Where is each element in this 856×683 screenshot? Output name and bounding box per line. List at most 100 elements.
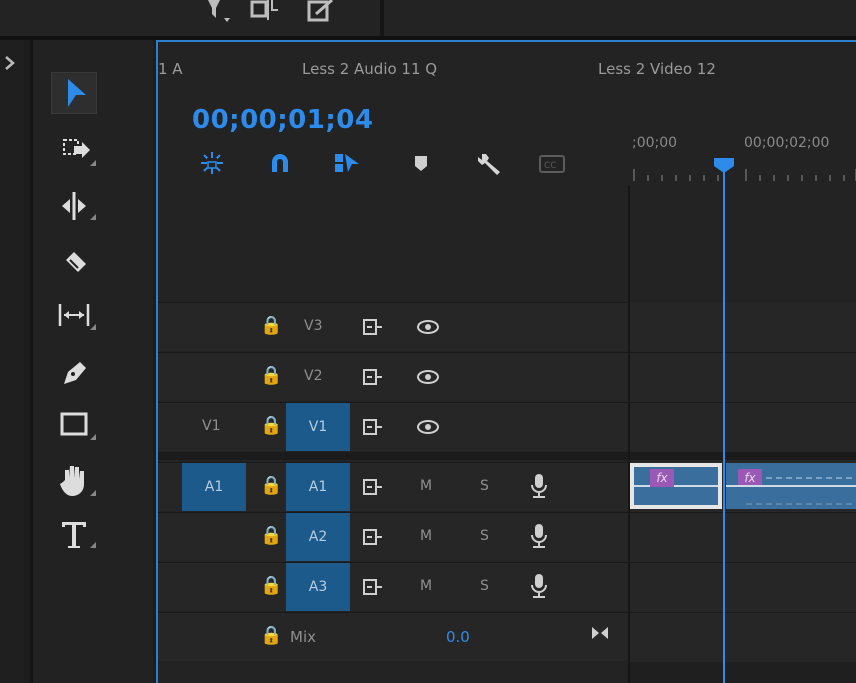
pen-icon xyxy=(64,362,86,384)
lock-icon[interactable]: 🔒 xyxy=(260,475,282,496)
razor-icon xyxy=(66,252,86,272)
rectangle-icon xyxy=(60,412,96,440)
track-name-a3: A3 xyxy=(308,579,328,595)
nest-toggle-icon[interactable] xyxy=(198,150,226,176)
mute-button[interactable]: M xyxy=(420,528,432,544)
hand-icon xyxy=(60,466,96,496)
lock-icon[interactable]: 🔒 xyxy=(260,315,282,336)
lock-icon[interactable]: 🔒 xyxy=(260,415,282,436)
selection-tool[interactable] xyxy=(51,72,97,114)
tab-sequence-1a[interactable]: 1 A xyxy=(158,60,183,78)
solo-button[interactable]: S xyxy=(480,578,489,594)
solo-button[interactable]: S xyxy=(480,478,489,494)
audio-clip-selected[interactable]: fx xyxy=(630,463,722,509)
microphone-icon[interactable] xyxy=(530,573,548,599)
ruler-mark-time: 00;00;02;00 xyxy=(744,135,830,151)
playhead-line[interactable] xyxy=(723,162,725,683)
mute-button[interactable]: M xyxy=(420,578,432,594)
timeline-bottom xyxy=(630,662,856,683)
clip-waveform xyxy=(766,477,852,480)
mute-button[interactable]: M xyxy=(420,478,432,494)
timeline-settings-wrench-icon[interactable] xyxy=(476,150,504,176)
timeline-empty-area xyxy=(630,186,856,302)
solo-button[interactable]: S xyxy=(480,528,489,544)
track-target-a3[interactable]: A3 xyxy=(286,563,350,611)
lane-divider xyxy=(630,452,856,460)
sync-lock-icon[interactable] xyxy=(362,527,384,547)
track-target-v1[interactable]: V1 xyxy=(286,403,350,451)
razor-tool[interactable] xyxy=(52,242,96,282)
microphone-icon[interactable] xyxy=(530,473,548,499)
rectangle-tool[interactable] xyxy=(52,406,96,446)
tab-less2-audio[interactable]: Less 2 Audio 11 Q xyxy=(302,60,437,78)
linked-selection-icon[interactable] xyxy=(332,150,362,176)
fx-badge[interactable]: fx xyxy=(650,469,674,487)
sync-lock-icon[interactable] xyxy=(362,317,384,337)
ruler-start-time: ;00;00 xyxy=(632,135,678,151)
video-clip-lanes[interactable] xyxy=(630,302,856,452)
sync-lock-icon[interactable] xyxy=(362,477,384,497)
chevron-right-icon[interactable] xyxy=(4,56,16,70)
top-toolbar xyxy=(0,0,856,40)
source-patch-a1[interactable]: A1 xyxy=(182,463,246,511)
track-select-forward-tool[interactable] xyxy=(52,132,96,172)
eye-icon[interactable] xyxy=(416,367,440,387)
sync-lock-icon[interactable] xyxy=(362,367,384,387)
track-target-a2[interactable]: A2 xyxy=(286,513,350,561)
lane-separator xyxy=(630,402,856,403)
playhead-handle[interactable] xyxy=(713,158,735,174)
sync-lock-icon[interactable] xyxy=(362,417,384,437)
filter-icon[interactable] xyxy=(204,0,234,26)
header-clip-separator xyxy=(628,186,630,683)
source-patch-label: A1 xyxy=(204,479,224,495)
track-name-a2: A2 xyxy=(308,529,328,545)
export-frame-icon[interactable] xyxy=(250,0,282,24)
sync-lock-icon[interactable] xyxy=(362,577,384,597)
mix-label: Mix xyxy=(290,628,316,646)
mix-volume-value[interactable]: 0.0 xyxy=(446,628,470,646)
lane-separator xyxy=(630,352,856,353)
audio-clip[interactable]: fx xyxy=(726,463,856,509)
track-header-empty xyxy=(158,186,628,302)
eye-icon[interactable] xyxy=(416,417,440,437)
clip-volume-line xyxy=(634,485,718,487)
pen-tool[interactable] xyxy=(52,352,96,392)
track-name-a1: A1 xyxy=(308,479,328,495)
type-icon xyxy=(62,522,96,548)
ripple-edit-tool[interactable] xyxy=(52,186,96,226)
type-tool[interactable] xyxy=(52,514,96,554)
snap-magnet-icon[interactable] xyxy=(266,150,294,176)
toolbar-divider xyxy=(380,0,384,40)
svg-text:CC: CC xyxy=(544,161,557,171)
time-ruler[interactable] xyxy=(630,165,856,183)
clip-waveform xyxy=(746,503,852,506)
eye-icon[interactable] xyxy=(416,317,440,337)
left-edge xyxy=(0,40,24,683)
lock-icon[interactable]: 🔒 xyxy=(260,525,282,546)
playhead-timecode[interactable]: 00;00;01;04 xyxy=(192,105,373,135)
captions-icon[interactable]: CC xyxy=(538,150,568,176)
clip-volume-line xyxy=(726,485,856,487)
ripple-edit-icon xyxy=(62,192,96,220)
slip-tool[interactable] xyxy=(52,296,96,336)
track-name-v3[interactable]: V3 xyxy=(304,318,322,334)
track-target-a1[interactable]: A1 xyxy=(286,463,350,511)
track-select-forward-icon xyxy=(63,139,96,166)
source-patch-v1[interactable]: V1 xyxy=(202,418,220,434)
slip-icon xyxy=(58,304,96,330)
lock-icon[interactable]: 🔒 xyxy=(260,365,282,386)
microphone-icon[interactable] xyxy=(530,523,548,549)
lock-icon[interactable]: 🔒 xyxy=(260,625,282,646)
track-name-v2[interactable]: V2 xyxy=(304,368,322,384)
selection-tool-icon xyxy=(68,79,86,107)
add-marker-icon[interactable] xyxy=(410,150,432,176)
track-name-v1: V1 xyxy=(308,419,328,435)
hand-tool[interactable] xyxy=(52,462,96,502)
lock-icon[interactable]: 🔒 xyxy=(260,575,282,596)
share-icon[interactable] xyxy=(306,0,338,24)
tab-less2-video[interactable]: Less 2 Video 12 xyxy=(598,60,716,78)
lane-separator xyxy=(630,612,856,613)
lane-separator xyxy=(630,512,856,513)
lane-separator xyxy=(630,562,856,563)
go-to-in-out-icon[interactable] xyxy=(590,623,610,643)
